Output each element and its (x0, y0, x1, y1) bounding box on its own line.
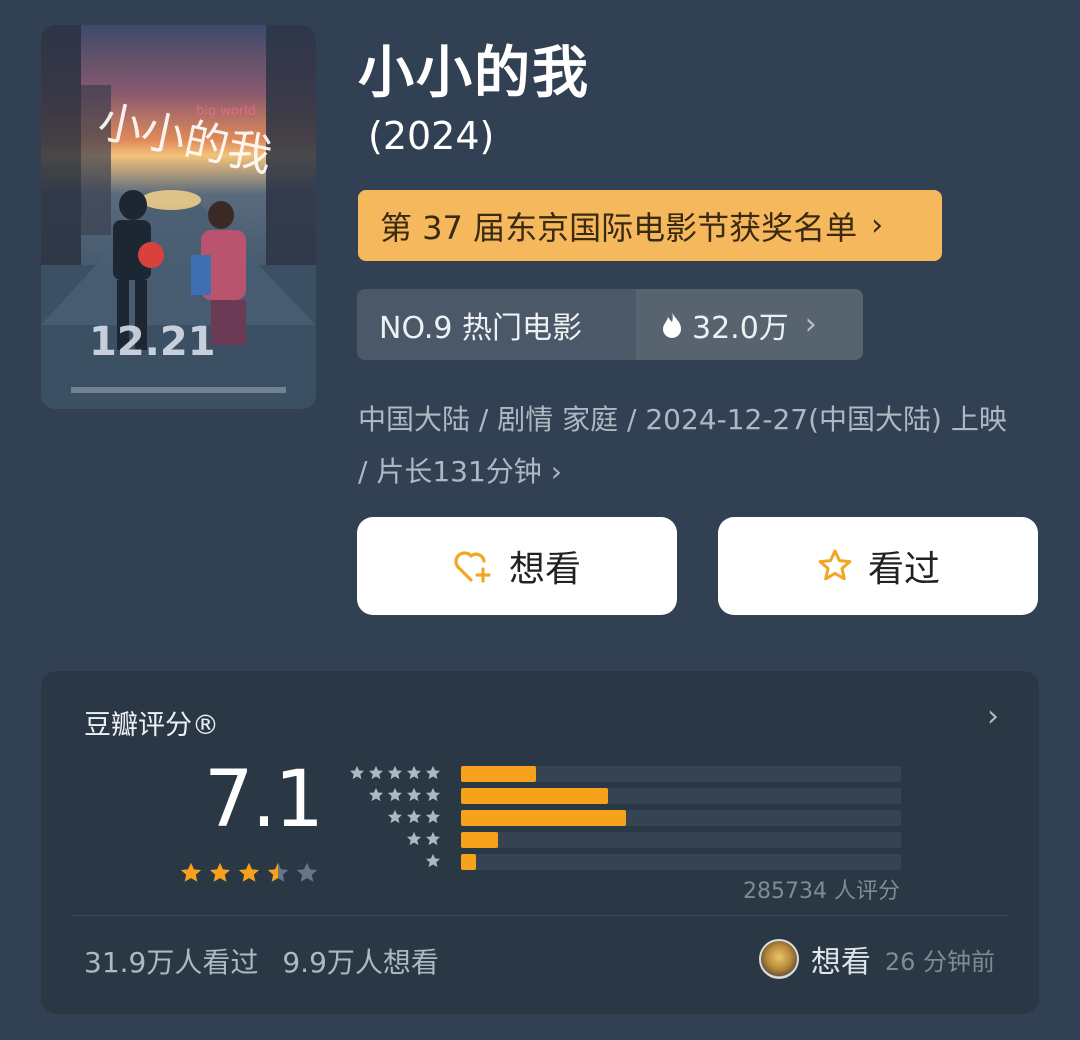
seen-label: 看过 (867, 549, 940, 590)
histogram-stars (348, 764, 442, 782)
chevron-right-icon[interactable]: › (987, 699, 999, 734)
heart-plus-icon (454, 551, 491, 583)
histogram-stars (424, 852, 442, 870)
rank-label: NO.9 热门电影 (379, 310, 582, 346)
histogram-row-4 (352, 786, 912, 808)
avatar[interactable] (758, 939, 799, 979)
star-icon (387, 809, 403, 824)
histogram-bar (461, 854, 477, 870)
star-icon (368, 787, 384, 802)
want-button[interactable]: 想看 (357, 517, 677, 615)
poster-subtitle: big world (196, 104, 256, 119)
star-icon (425, 809, 441, 824)
star-icon (425, 853, 441, 868)
star-icon (180, 862, 202, 882)
histogram-track (461, 810, 901, 826)
want-count: 9.9万人想看 (282, 946, 439, 979)
star-icon (296, 862, 318, 882)
star-icon (238, 862, 260, 882)
divider (73, 915, 1007, 916)
audience-stats: 31.9万人看过 9.9万人想看 (84, 941, 439, 981)
star-icon (406, 787, 422, 802)
histogram-bar (461, 766, 536, 782)
star-icon (425, 765, 441, 780)
star-icon (406, 765, 422, 780)
poster-illustration: 12.21 小小的我 big world (41, 25, 316, 409)
rating-score: 7.1 (204, 755, 324, 845)
star-icon (209, 862, 231, 882)
star-icon (387, 787, 403, 802)
rating-title: 豆瓣评分® (84, 710, 219, 741)
heat-section[interactable]: 32.0万 › (636, 289, 863, 360)
movie-poster[interactable]: 12.21 小小的我 big world (41, 25, 316, 409)
chevron-right-icon: › (550, 455, 562, 488)
chevron-right-icon: › (804, 307, 817, 342)
histogram-row-2 (352, 830, 912, 852)
meta-text: 中国大陆 / 剧情 家庭 / 2024-12-27(中国大陆) 上映 / 片长1… (358, 403, 1007, 488)
heat-value: 32.0万 (692, 310, 789, 346)
rating-stars (178, 860, 320, 886)
star-icon (387, 765, 403, 780)
friend-action: 想看 (810, 945, 871, 980)
seen-count: 31.9万人看过 (84, 946, 259, 979)
histogram-row-1 (352, 852, 912, 874)
flame-icon (663, 311, 681, 338)
histogram-bar (461, 788, 609, 804)
movie-year: (2024) (368, 114, 495, 158)
star-outline-icon (818, 549, 852, 581)
rating-card[interactable]: 豆瓣评分® › 7.1 285734 人评分 31.9万人看过 9.9万人想看 想… (41, 671, 1039, 1014)
star-icon (425, 787, 441, 802)
histogram-track (461, 788, 901, 804)
friend-activity[interactable]: 想看 26 分钟前 (758, 937, 995, 981)
movie-title: 小小的我 (358, 41, 590, 106)
histogram-row-5 (349, 764, 912, 786)
star-icon (425, 831, 441, 846)
star-icon (368, 765, 384, 780)
star-icon (349, 765, 365, 780)
award-banner[interactable]: 第 37 届东京国际电影节获奖名单 › (358, 190, 942, 261)
histogram-stars (405, 830, 442, 848)
histogram-row-3 (352, 808, 912, 830)
histogram-track (461, 832, 901, 848)
rating-count: 285734 人评分 (743, 879, 900, 904)
star-icon (406, 831, 422, 846)
histogram-bar (461, 810, 626, 826)
movie-meta[interactable]: 中国大陆 / 剧情 家庭 / 2024-12-27(中国大陆) 上映 / 片长1… (358, 394, 1018, 498)
chevron-right-icon: › (871, 208, 884, 243)
award-label: 第 37 届东京国际电影节获奖名单 (380, 208, 858, 247)
star-icon (267, 862, 289, 882)
ranking-bar[interactable]: NO.9 热门电影 32.0万 › (357, 289, 863, 360)
histogram-stars (386, 808, 442, 826)
histogram-stars (367, 786, 442, 804)
friend-time: 26 分钟前 (884, 947, 995, 976)
star-icon (406, 809, 422, 824)
histogram-track (461, 854, 901, 870)
want-label: 想看 (508, 549, 581, 590)
histogram-track (461, 766, 901, 782)
seen-button[interactable]: 看过 (718, 517, 1038, 615)
histogram-bar (461, 832, 499, 848)
poster-date: 12.21 (89, 319, 216, 365)
